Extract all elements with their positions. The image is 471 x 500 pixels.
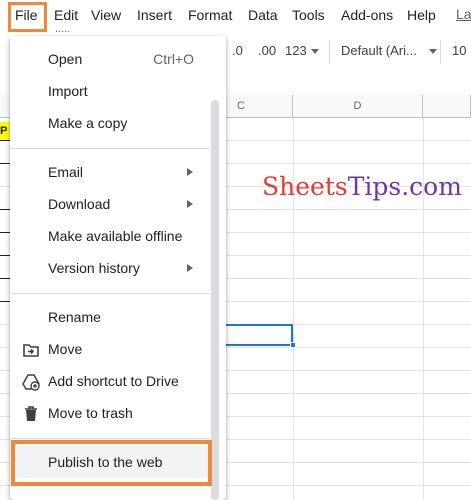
menu-data[interactable]: Data bbox=[248, 7, 278, 23]
menu-item-rename[interactable]: Rename bbox=[10, 301, 210, 333]
chevron-down-icon bbox=[428, 49, 437, 55]
file-menu-highlight-box bbox=[8, 2, 47, 32]
menu-item-label: Email bbox=[48, 164, 84, 180]
menu-view[interactable]: View bbox=[91, 7, 121, 23]
chevron-down-icon bbox=[310, 49, 319, 55]
menu-addons[interactable]: Add-ons bbox=[341, 7, 393, 23]
toolbar-divider bbox=[329, 40, 330, 64]
publish-highlight-box bbox=[11, 440, 212, 486]
row-border bbox=[0, 255, 10, 256]
toolbar-divider bbox=[440, 40, 441, 64]
column-label-c: C bbox=[237, 100, 245, 112]
sheetstips-watermark: SheetsTips.com bbox=[262, 172, 462, 201]
row-border bbox=[0, 140, 10, 141]
menu-tools[interactable]: Tools bbox=[292, 7, 325, 23]
menu-item-add-shortcut[interactable]: Add shortcut to Drive bbox=[10, 365, 210, 397]
decrease-decimal-button[interactable]: .0 bbox=[232, 43, 243, 58]
menu-insert[interactable]: Insert bbox=[137, 7, 172, 23]
font-dropdown[interactable]: Default (Ari... bbox=[341, 43, 437, 58]
font-size-input[interactable]: 10 bbox=[452, 43, 466, 58]
shortcut-label: Ctrl+O bbox=[153, 51, 194, 67]
row-border bbox=[0, 163, 10, 164]
menu-item-label: Move to trash bbox=[48, 405, 133, 421]
menu-item-label: Rename bbox=[48, 309, 101, 325]
last-edit-link[interactable]: La bbox=[456, 6, 471, 22]
menu-item-label: Move bbox=[48, 341, 83, 357]
drive-shortcut-icon bbox=[22, 373, 40, 391]
column-label-d: D bbox=[353, 100, 362, 112]
fill-handle[interactable] bbox=[290, 342, 296, 348]
row-border bbox=[0, 209, 10, 210]
number-format-label: 123 bbox=[285, 43, 307, 58]
menu-divider bbox=[10, 438, 210, 439]
menu-divider bbox=[10, 293, 210, 294]
menu-item-label: Make a copy bbox=[48, 115, 128, 131]
file-menu: Open Ctrl+O Import Make a copy Email Dow… bbox=[10, 36, 226, 500]
menu-item-download[interactable]: Download bbox=[10, 188, 210, 220]
menu-scrollbar[interactable] bbox=[211, 100, 219, 500]
column-header-e[interactable] bbox=[423, 95, 471, 118]
menu-item-label: Import bbox=[48, 83, 88, 99]
menu-item-move-to-trash[interactable]: Move to trash bbox=[10, 397, 210, 429]
trash-icon bbox=[22, 405, 40, 423]
row-border bbox=[0, 278, 10, 279]
submenu-arrow-icon bbox=[187, 264, 193, 272]
submenu-arrow-icon bbox=[187, 200, 193, 208]
watermark-part2: Tips.com bbox=[347, 172, 462, 201]
menu-item-label: Make available offline bbox=[48, 228, 183, 244]
menu-item-label: Add shortcut to Drive bbox=[48, 373, 179, 389]
font-label: Default (Ari... bbox=[341, 43, 417, 58]
menu-item-make-copy[interactable]: Make a copy bbox=[10, 107, 210, 139]
watermark-part1: Sheets bbox=[262, 172, 348, 201]
menu-item-move[interactable]: Move bbox=[10, 333, 210, 365]
menu-item-label: Open bbox=[48, 51, 83, 67]
move-folder-icon bbox=[22, 341, 40, 359]
menu-item-import[interactable]: Import bbox=[10, 75, 210, 107]
submenu-arrow-icon bbox=[187, 168, 193, 176]
menu-item-label: Download bbox=[48, 196, 111, 212]
menu-edit[interactable]: Edit bbox=[54, 7, 78, 23]
menu-item-label: Version history bbox=[48, 260, 140, 276]
menu-divider bbox=[10, 148, 210, 149]
row-border bbox=[0, 232, 10, 233]
menu-item-open[interactable]: Open Ctrl+O bbox=[10, 43, 210, 75]
menu-help[interactable]: Help bbox=[407, 7, 436, 23]
menu-bar: File Edit View Insert Format Data Tools … bbox=[0, 0, 471, 32]
menu-format[interactable]: Format bbox=[188, 7, 232, 23]
menu-item-version-history[interactable]: Version history bbox=[10, 252, 210, 284]
highlighted-cell[interactable]: P bbox=[0, 122, 10, 140]
row-border bbox=[0, 301, 10, 302]
number-format-dropdown[interactable]: 123 bbox=[285, 43, 319, 58]
menu-item-email[interactable]: Email bbox=[10, 156, 210, 188]
menu-item-make-offline[interactable]: Make available offline bbox=[10, 220, 210, 252]
column-header-d[interactable]: D bbox=[293, 95, 423, 118]
increase-decimal-button[interactable]: .00 bbox=[258, 43, 276, 58]
